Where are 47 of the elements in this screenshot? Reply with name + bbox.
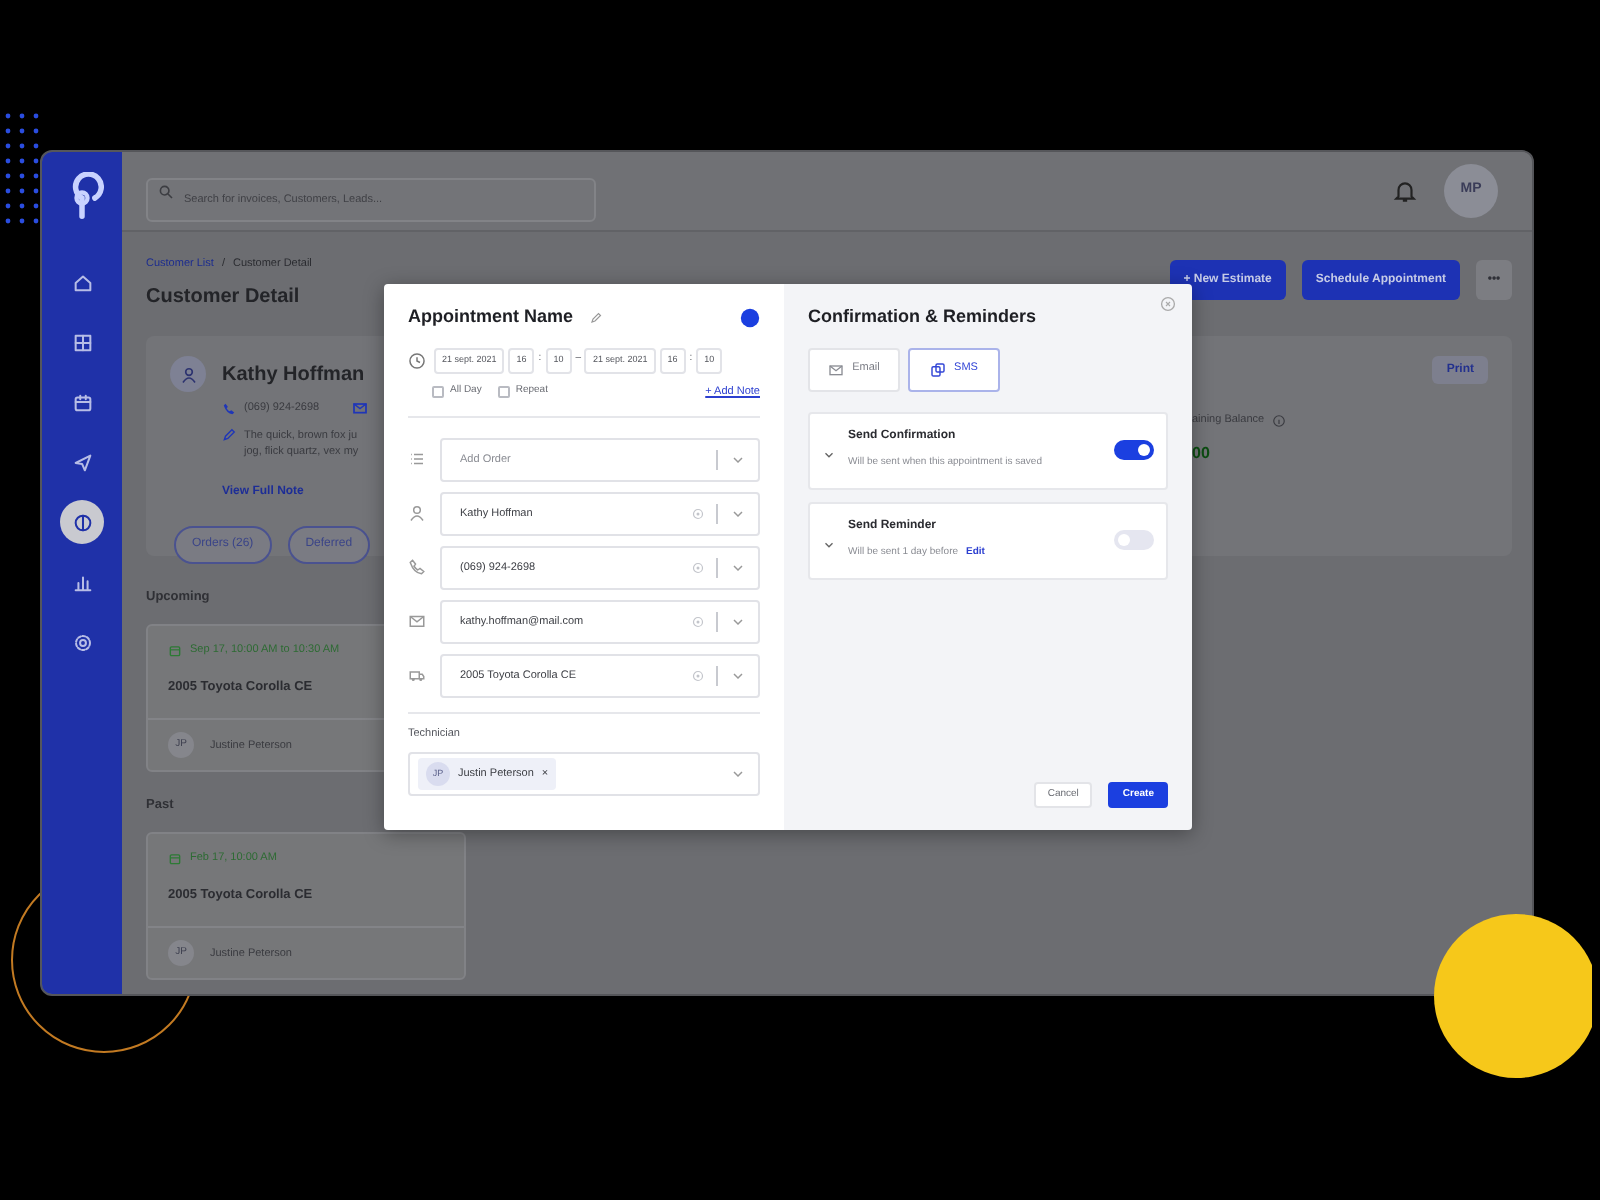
bell-icon[interactable]	[1392, 178, 1418, 204]
toggle-switch[interactable]	[1114, 530, 1154, 550]
chevron-down-icon	[730, 451, 746, 468]
chevron-down-icon	[730, 505, 746, 522]
chevron-down-icon[interactable]	[822, 447, 836, 461]
balance-value: 00	[1192, 441, 1210, 465]
paper-plane-icon	[71, 451, 93, 473]
page-title: Customer Detail	[146, 284, 302, 313]
reminders-title: Confirmation & Reminders	[808, 304, 1037, 330]
calendar-icon	[168, 643, 182, 658]
toggle-switch[interactable]	[1114, 440, 1154, 460]
mail-icon	[408, 612, 426, 631]
person-icon	[408, 504, 426, 523]
pencil-icon	[222, 427, 236, 441]
calendar-icon	[168, 851, 182, 866]
appointment-title: Appointment Name	[408, 304, 574, 330]
person-icon	[179, 365, 197, 384]
customer-name: Kathy Hoffman	[222, 362, 367, 391]
phone-icon	[408, 558, 426, 577]
target-icon	[692, 507, 704, 520]
clock-icon	[408, 351, 426, 369]
sidebar-item[interactable]	[60, 500, 104, 544]
mail-icon	[828, 361, 845, 377]
chevron-down-icon	[730, 766, 746, 782]
chevron-down-icon	[730, 667, 746, 684]
copy-icon	[930, 361, 947, 377]
checkbox[interactable]	[497, 385, 510, 398]
grid-icon	[71, 331, 93, 353]
truck-icon	[408, 666, 426, 685]
checkbox[interactable]	[432, 385, 444, 398]
calendar-icon	[71, 391, 93, 413]
home-icon	[71, 271, 93, 293]
mail-icon	[351, 400, 368, 417]
bar-chart-icon	[71, 571, 93, 593]
target-icon	[692, 615, 704, 628]
list-icon	[408, 450, 426, 469]
target-icon	[692, 669, 704, 682]
settings-icon	[71, 631, 93, 653]
half-circle-icon	[71, 511, 93, 533]
chevron-down-icon	[730, 613, 746, 630]
phone-icon	[222, 401, 236, 416]
info-icon	[1272, 413, 1287, 428]
pencil-icon[interactable]	[589, 311, 602, 324]
target-icon	[692, 561, 704, 574]
chevron-down-icon	[730, 559, 746, 576]
color-dot-icon[interactable]	[740, 307, 760, 328]
chevron-down-icon[interactable]	[822, 537, 836, 551]
